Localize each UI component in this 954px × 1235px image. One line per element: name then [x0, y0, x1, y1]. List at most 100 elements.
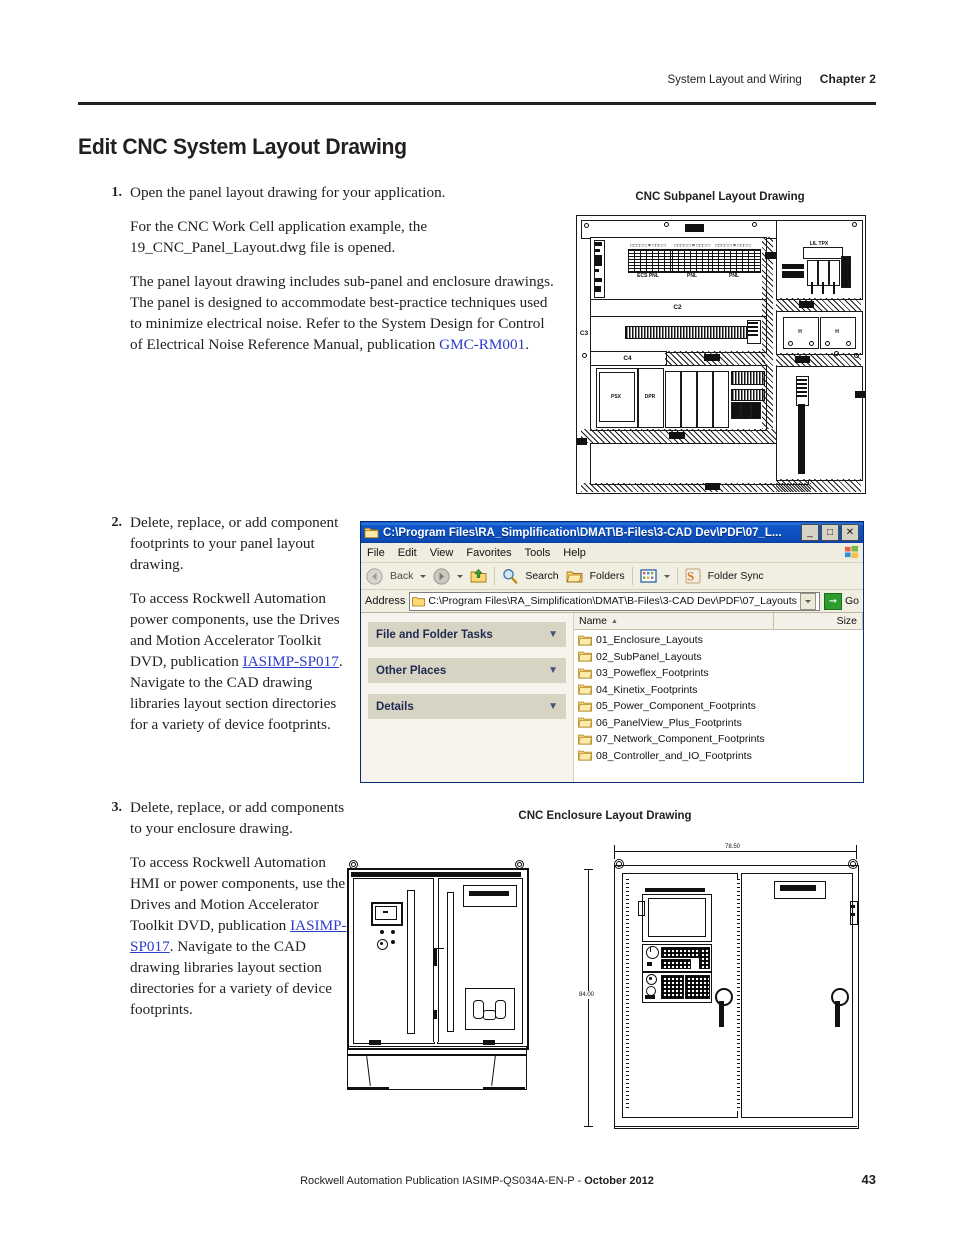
- menu-item-edit[interactable]: Edit: [398, 547, 417, 559]
- menu-item-file[interactable]: File: [367, 547, 385, 559]
- dimension-width: 78.50: [723, 844, 743, 850]
- address-value: C:\Program Files\RA_Simplification\DMAT\…: [428, 595, 797, 607]
- list-item[interactable]: 08_Controller_and_IO_Footprints: [578, 748, 863, 765]
- step-2-para-1: Delete, replace, or add component footpr…: [130, 514, 339, 573]
- subpanel-label-c3: C3: [579, 330, 589, 337]
- address-bar[interactable]: Address C:\Program Files\RA_Simplificati…: [361, 590, 863, 613]
- menu-item-favorites[interactable]: Favorites: [466, 547, 511, 559]
- menu-item-tools[interactable]: Tools: [525, 547, 551, 559]
- explorer-content: File and Folder Tasks ▼ Other Places ▼ D…: [361, 613, 863, 782]
- explorer-file-list-pane[interactable]: Name ▲ Size 01_Enclosure_Layouts 02_SubP…: [573, 613, 863, 782]
- list-item[interactable]: 05_Power_Component_Footprints: [578, 698, 863, 715]
- address-label: Address: [365, 595, 406, 607]
- step-3-number: 3.: [111, 800, 123, 815]
- step-1-para-2: For the CNC Work Cell application exampl…: [130, 217, 428, 256]
- dimension-height: 84.00: [579, 991, 595, 999]
- folder-icon: [578, 668, 592, 679]
- folder-name: 04_Kinetix_Footprints: [596, 683, 698, 696]
- back-dropdown-icon[interactable]: [420, 574, 427, 578]
- folders-icon[interactable]: [566, 569, 583, 584]
- address-dropdown-button[interactable]: [799, 592, 816, 610]
- side-panel-other-places[interactable]: Other Places ▼: [368, 658, 566, 683]
- windows-logo-icon: [844, 545, 859, 559]
- footer-publication: Rockwell Automation Publication IASIMP-Q…: [300, 1175, 654, 1187]
- list-item[interactable]: 04_Kinetix_Footprints: [578, 682, 863, 699]
- up-folder-icon[interactable]: [470, 568, 487, 584]
- running-header: System Layout and Wiring Chapter 2: [78, 72, 876, 106]
- back-icon[interactable]: [366, 567, 383, 585]
- views-icon[interactable]: [639, 568, 657, 584]
- back-label[interactable]: Back: [390, 570, 413, 582]
- folder-icon: [578, 635, 592, 646]
- window-title-bar[interactable]: C:\Program Files\RA_Simplification\DMAT\…: [361, 522, 863, 543]
- svg-text:S: S: [687, 569, 694, 584]
- folder-name: 02_SubPanel_Layouts: [596, 650, 702, 663]
- step-1-para-3: The panel layout drawing includes sub-pa…: [130, 272, 560, 356]
- list-item[interactable]: 06_PanelView_Plus_Footprints: [578, 715, 863, 732]
- address-input[interactable]: C:\Program Files\RA_Simplification\DMAT\…: [409, 591, 820, 611]
- step-1-para-3-tail: .: [525, 335, 529, 353]
- forward-dropdown-icon[interactable]: [457, 574, 464, 578]
- column-header-size-label: Size: [836, 615, 857, 627]
- list-item[interactable]: 07_Network_Component_Footprints: [578, 731, 863, 748]
- figure-cnc-subpanel-layout-drawing: □□□□ □ = □□□ □ ECS PNL □□□□ □ = □□□ □ PN…: [576, 215, 866, 494]
- tool-bar[interactable]: Back Search Folders S Folder Sync: [361, 563, 863, 590]
- step-3-para-1: Delete, replace, or add components to yo…: [130, 799, 345, 837]
- folder-icon: [578, 717, 592, 728]
- link-iasimp-sp017-step2[interactable]: IASIMP-SP017: [243, 653, 339, 670]
- side-panel-file-and-folder-tasks[interactable]: File and Folder Tasks ▼: [368, 622, 566, 647]
- side-panel-details[interactable]: Details ▼: [368, 694, 566, 719]
- step-1-para-1: Open the panel layout drawing for your a…: [130, 184, 446, 201]
- page-footer: Rockwell Automation Publication IASIMP-Q…: [78, 1172, 876, 1187]
- header-chapter: Chapter 2: [819, 72, 876, 86]
- close-button[interactable]: ✕: [841, 524, 859, 541]
- subpanel-label-c4: C4: [623, 355, 632, 362]
- maximize-button[interactable]: □: [821, 524, 839, 541]
- search-label[interactable]: Search: [525, 570, 558, 582]
- list-item[interactable]: 03_Poweflex_Footprints: [578, 665, 863, 682]
- search-icon[interactable]: [502, 568, 518, 584]
- subpanel-label-c2: C2: [673, 304, 682, 311]
- folder-name: 01_Enclosure_Layouts: [596, 634, 703, 647]
- caption-subpanel-drawing: CNC Subpanel Layout Drawing: [635, 191, 805, 203]
- page-number: 43: [861, 1172, 876, 1187]
- footer-date: October 2012: [584, 1175, 654, 1187]
- explorer-side-pane: File and Folder Tasks ▼ Other Places ▼ D…: [361, 613, 573, 782]
- go-button[interactable]: ➞ Go: [823, 592, 859, 610]
- menu-bar[interactable]: File Edit View Favorites Tools Help: [361, 543, 863, 563]
- menu-item-view[interactable]: View: [430, 547, 454, 559]
- step-2-number: 2.: [111, 515, 123, 530]
- go-label[interactable]: Go: [845, 595, 859, 607]
- step-2-para-2: To access Rockwell Automation power comp…: [130, 589, 350, 736]
- folder-icon: [578, 734, 592, 745]
- document-page: System Layout and Wiring Chapter 2 Edit …: [0, 0, 954, 1235]
- views-dropdown-icon[interactable]: [663, 574, 670, 578]
- side-panel-file-and-folder-tasks-label: File and Folder Tasks: [376, 628, 493, 641]
- figure-cnc-enclosure-front-elevation: 78.50 84.00: [578, 843, 868, 1133]
- go-arrow-icon[interactable]: ➞: [823, 592, 842, 610]
- folder-list[interactable]: 01_Enclosure_Layouts 02_SubPanel_Layouts…: [574, 630, 863, 764]
- folder-sync-icon[interactable]: S: [685, 568, 701, 584]
- list-item[interactable]: 02_SubPanel_Layouts: [578, 649, 863, 666]
- chevron-down-icon[interactable]: ▼: [548, 701, 558, 712]
- list-item[interactable]: 01_Enclosure_Layouts: [578, 632, 863, 649]
- forward-icon[interactable]: [433, 567, 450, 585]
- file-list-column-headers[interactable]: Name ▲ Size: [574, 613, 863, 630]
- footer-publication-text: Rockwell Automation Publication IASIMP-Q…: [300, 1175, 575, 1187]
- folder-icon: [364, 527, 379, 539]
- side-panel-details-label: Details: [376, 700, 414, 713]
- minimize-button[interactable]: _: [801, 524, 819, 541]
- windows-explorer-window[interactable]: C:\Program Files\RA_Simplification\DMAT\…: [360, 521, 864, 783]
- step-3: 3. Delete, replace, or add components to…: [100, 798, 350, 1021]
- chevron-down-icon[interactable]: ▼: [548, 665, 558, 676]
- menu-item-help[interactable]: Help: [563, 547, 586, 559]
- link-gmc-rm001[interactable]: GMC-RM001: [439, 336, 525, 353]
- chevron-down-icon[interactable]: ▼: [548, 629, 558, 640]
- column-header-name[interactable]: Name ▲: [574, 613, 774, 629]
- folders-label[interactable]: Folders: [590, 570, 625, 582]
- step-1-number: 1.: [111, 185, 123, 200]
- folder-name: 03_Poweflex_Footprints: [596, 667, 709, 680]
- folder-sync-label[interactable]: Folder Sync: [708, 570, 764, 582]
- column-header-size[interactable]: Size: [774, 613, 863, 629]
- folder-icon: [578, 684, 592, 695]
